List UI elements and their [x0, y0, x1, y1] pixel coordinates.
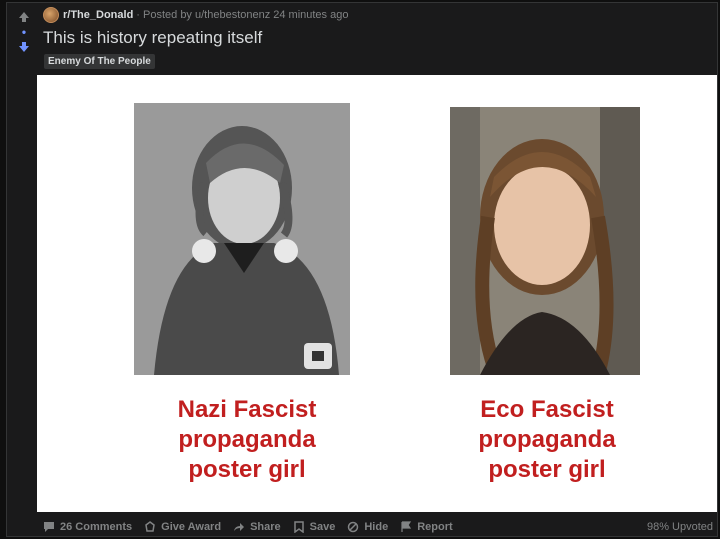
left-caption: Nazi Fascist propaganda poster girl — [142, 395, 352, 485]
post-image[interactable]: Nazi Fascist propaganda poster girl Eco … — [37, 75, 717, 512]
right-caption-line: poster girl — [488, 456, 606, 483]
comments-label: 26 Comments — [60, 521, 133, 533]
post-meta: r/The_Donald · Posted by u/thebestonenz … — [43, 6, 348, 24]
comment-icon — [44, 522, 54, 532]
right-photo — [450, 107, 640, 375]
vote-column: • — [7, 3, 41, 536]
vote-score: • — [21, 25, 27, 39]
upvote-ratio: 98% Upvoted — [646, 521, 713, 533]
award-icon — [145, 521, 155, 532]
post-flair: Enemy Of The People — [44, 54, 155, 69]
report-label: Report — [417, 521, 453, 533]
give-award-label: Give Award — [161, 521, 222, 533]
left-photo — [134, 103, 350, 375]
post-title[interactable]: This is history repeating itself — [43, 28, 262, 48]
right-caption-line: propaganda — [478, 426, 616, 453]
left-caption-line: Nazi Fascist — [177, 396, 317, 423]
save-label: Save — [309, 521, 336, 533]
comments-button[interactable]: 26 Comments — [43, 521, 132, 533]
post-footer: 26 Comments Give Award Share Save Hide R… — [43, 516, 713, 538]
share-label: Share — [250, 521, 281, 533]
flag-icon — [401, 521, 412, 532]
bookmark-icon — [293, 521, 304, 533]
left-caption-line: poster girl — [188, 456, 306, 483]
posted-by[interactable]: · Posted by u/thebestonenz — [136, 9, 270, 21]
hide-icon — [348, 521, 359, 533]
left-caption-line: propaganda — [178, 426, 316, 453]
share-icon — [234, 523, 245, 531]
save-button[interactable]: Save — [293, 521, 336, 533]
upvote-icon[interactable] — [16, 9, 32, 25]
post-time: 24 minutes ago — [273, 9, 349, 21]
post-card[interactable]: • r/The_Donald · Posted by u/thebestonen… — [6, 2, 718, 537]
subreddit-link[interactable]: r/The_Donald — [63, 9, 133, 21]
hide-label: Hide — [364, 521, 389, 533]
give-award-button[interactable]: Give Award — [144, 521, 221, 533]
downvote-icon[interactable] — [16, 39, 32, 55]
subreddit-avatar[interactable] — [43, 7, 59, 23]
share-button[interactable]: Share — [233, 521, 281, 533]
right-caption-line: Eco Fascist — [480, 396, 614, 423]
right-caption: Eco Fascist propaganda poster girl — [447, 395, 647, 485]
report-button[interactable]: Report — [400, 521, 453, 533]
hide-button[interactable]: Hide — [347, 521, 388, 533]
